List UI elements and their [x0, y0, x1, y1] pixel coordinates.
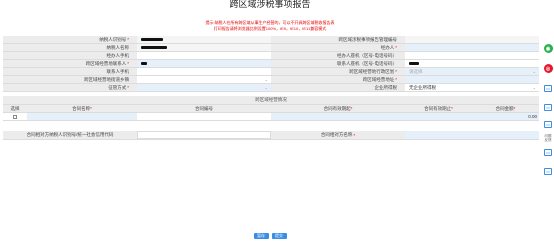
contact-phone-input[interactable]	[405, 60, 539, 67]
business-address-input[interactable]	[405, 76, 539, 83]
field-label: 合同相对方名称 *	[271, 131, 405, 139]
form-row: 跨区域经营地街道乡镇 ⌄ 跨区域经营地址 *	[3, 76, 539, 84]
form-row: 征管方式 * ⌄ 企业所得税 无企业所得税 ⌄	[3, 84, 539, 92]
field-label: 经办人 *	[271, 44, 405, 51]
form-row: 合同相对方纳税人识别号/统一社会信用代码 合同相对方名称 *	[3, 131, 539, 140]
sidebar-print-2[interactable]: ▭	[542, 104, 554, 111]
section-title: 跨区域经营情况	[3, 96, 539, 105]
field-label: 联系人手机	[3, 68, 137, 75]
chevron-down-icon: ⌄	[264, 77, 268, 82]
field-label: 经办人座机（区号-电话号码）	[271, 52, 405, 59]
contract-amount-input[interactable]: 0.00	[472, 113, 539, 120]
notice-line-2: 打印报告请将浏览器比例设置100%，IE9，IE10，IE11兼容模式	[213, 26, 327, 31]
row-checkbox[interactable]	[13, 114, 17, 119]
row-checkbox-cell	[3, 113, 27, 120]
column-header: 合同有效期起 *	[323, 105, 353, 112]
field-label: 纳税人识别号 *	[3, 36, 137, 43]
income-tax-select[interactable]: 无企业所得税 ⌄	[405, 84, 539, 91]
column-header: 合同名称 *	[72, 105, 92, 112]
contract-end-date-input[interactable]	[405, 113, 472, 120]
redaction-mark	[409, 62, 419, 65]
sidebar-print-4[interactable]: ▭	[542, 149, 554, 156]
report-form: 纳税人识别号 * 跨区域涉税事项报告管理编号 纳税人名称 经办人 * 经办人手机 经…	[3, 36, 539, 140]
sidebar-weibo[interactable]: ◎	[542, 64, 554, 73]
table-row: 0.00	[3, 113, 539, 121]
field-label: 跨区域经营地联系人 *	[3, 60, 137, 67]
handler-input[interactable]	[405, 44, 539, 51]
chevron-down-icon: ⌄	[532, 69, 536, 74]
field-label: 跨区域经营地址 *	[271, 76, 405, 83]
redaction-mark	[141, 46, 167, 49]
chevron-down-icon: ⌄	[264, 85, 268, 90]
town-select[interactable]: ⌄	[137, 76, 271, 83]
field-label: 纳税人名称	[3, 44, 137, 51]
contact-mobile-input[interactable]	[137, 68, 271, 75]
region-select[interactable]: 请选择 ⌄	[405, 68, 539, 75]
sidebar-print-5[interactable]: ▭	[542, 168, 554, 175]
field-label: 跨区域经营地街道乡镇	[3, 76, 137, 83]
column-header: 选择	[10, 105, 20, 111]
report-number-field	[405, 36, 539, 43]
form-row: 跨区域经营地联系人 * 联系人座机（区号-电话号码）	[3, 60, 539, 68]
handler-mobile-input[interactable]	[137, 52, 271, 59]
contact-person-input[interactable]	[137, 60, 271, 67]
contract-name-input[interactable]	[27, 113, 137, 120]
printer-icon: ▭	[544, 121, 552, 128]
field-label: 跨区域经营地行政区划 *	[271, 68, 405, 75]
table-header: 选择 合同名称 * 合同编号 合同有效期起 * 合同有效期止 * 合同金额 *	[3, 105, 539, 113]
redaction-mark	[141, 62, 147, 65]
form-row: 纳税人名称 经办人 *	[3, 44, 539, 52]
printer-icon: ▭	[544, 104, 552, 111]
taxpayer-id-field[interactable]	[137, 36, 271, 43]
sidebar-print-3[interactable]: ▭	[542, 121, 554, 128]
form-row: 经办人手机 经办人座机（区号-电话号码）	[3, 52, 539, 60]
redaction-mark	[141, 38, 163, 41]
printer-icon: ▭	[544, 85, 552, 92]
submit-button[interactable]: 提交	[271, 233, 287, 239]
column-header: 合同有效期止 *	[424, 105, 453, 112]
notice-line-1: 提示:纳税人在所有跨区域从事生产经营的，可以不开具跨区域税收报告表	[205, 20, 335, 25]
sidebar-print-1[interactable]: ▭	[542, 85, 554, 92]
column-header: 合同金额 *	[495, 105, 516, 112]
field-label: 跨区域涉税事项报告管理编号	[271, 36, 405, 43]
sidebar-wechat[interactable]: ◉	[542, 44, 554, 53]
field-label: 合同相对方纳税人识别号/统一社会信用代码	[3, 131, 137, 139]
contract-number-input[interactable]	[137, 113, 271, 120]
handler-phone-input[interactable]	[405, 52, 539, 59]
printer-icon: ▭	[544, 168, 552, 175]
column-header: 合同编号	[195, 105, 213, 111]
save-button[interactable]: 暂存	[253, 233, 269, 239]
sidebar-feedback[interactable]: 问题 反馈	[542, 134, 554, 142]
feedback-label: 问题 反馈	[544, 134, 552, 142]
field-label: 征管方式 *	[3, 84, 137, 91]
weibo-icon: ◎	[543, 64, 553, 73]
form-row: 联系人手机 跨区域经营地行政区划 * 请选择 ⌄	[3, 68, 539, 76]
action-bar: 暂存 提交	[0, 233, 540, 239]
collection-method-select[interactable]: ⌄	[137, 84, 271, 91]
page-title: 跨区域涉税事项报告	[229, 0, 311, 9]
taxpayer-name-field	[137, 44, 271, 51]
wechat-icon: ◉	[543, 44, 553, 53]
printer-icon: ▭	[544, 149, 552, 156]
field-label: 经办人手机	[3, 52, 137, 59]
buyer-tin-input[interactable]	[137, 131, 271, 139]
field-label: 联系人座机（区号-电话号码）	[271, 60, 405, 67]
chevron-down-icon: ⌄	[532, 85, 536, 90]
contract-start-date-input[interactable]	[271, 113, 405, 120]
field-label: 企业所得税	[271, 84, 405, 91]
buyer-name-input[interactable]	[405, 131, 539, 139]
form-row: 纳税人识别号 * 跨区域涉税事项报告管理编号	[3, 36, 539, 44]
